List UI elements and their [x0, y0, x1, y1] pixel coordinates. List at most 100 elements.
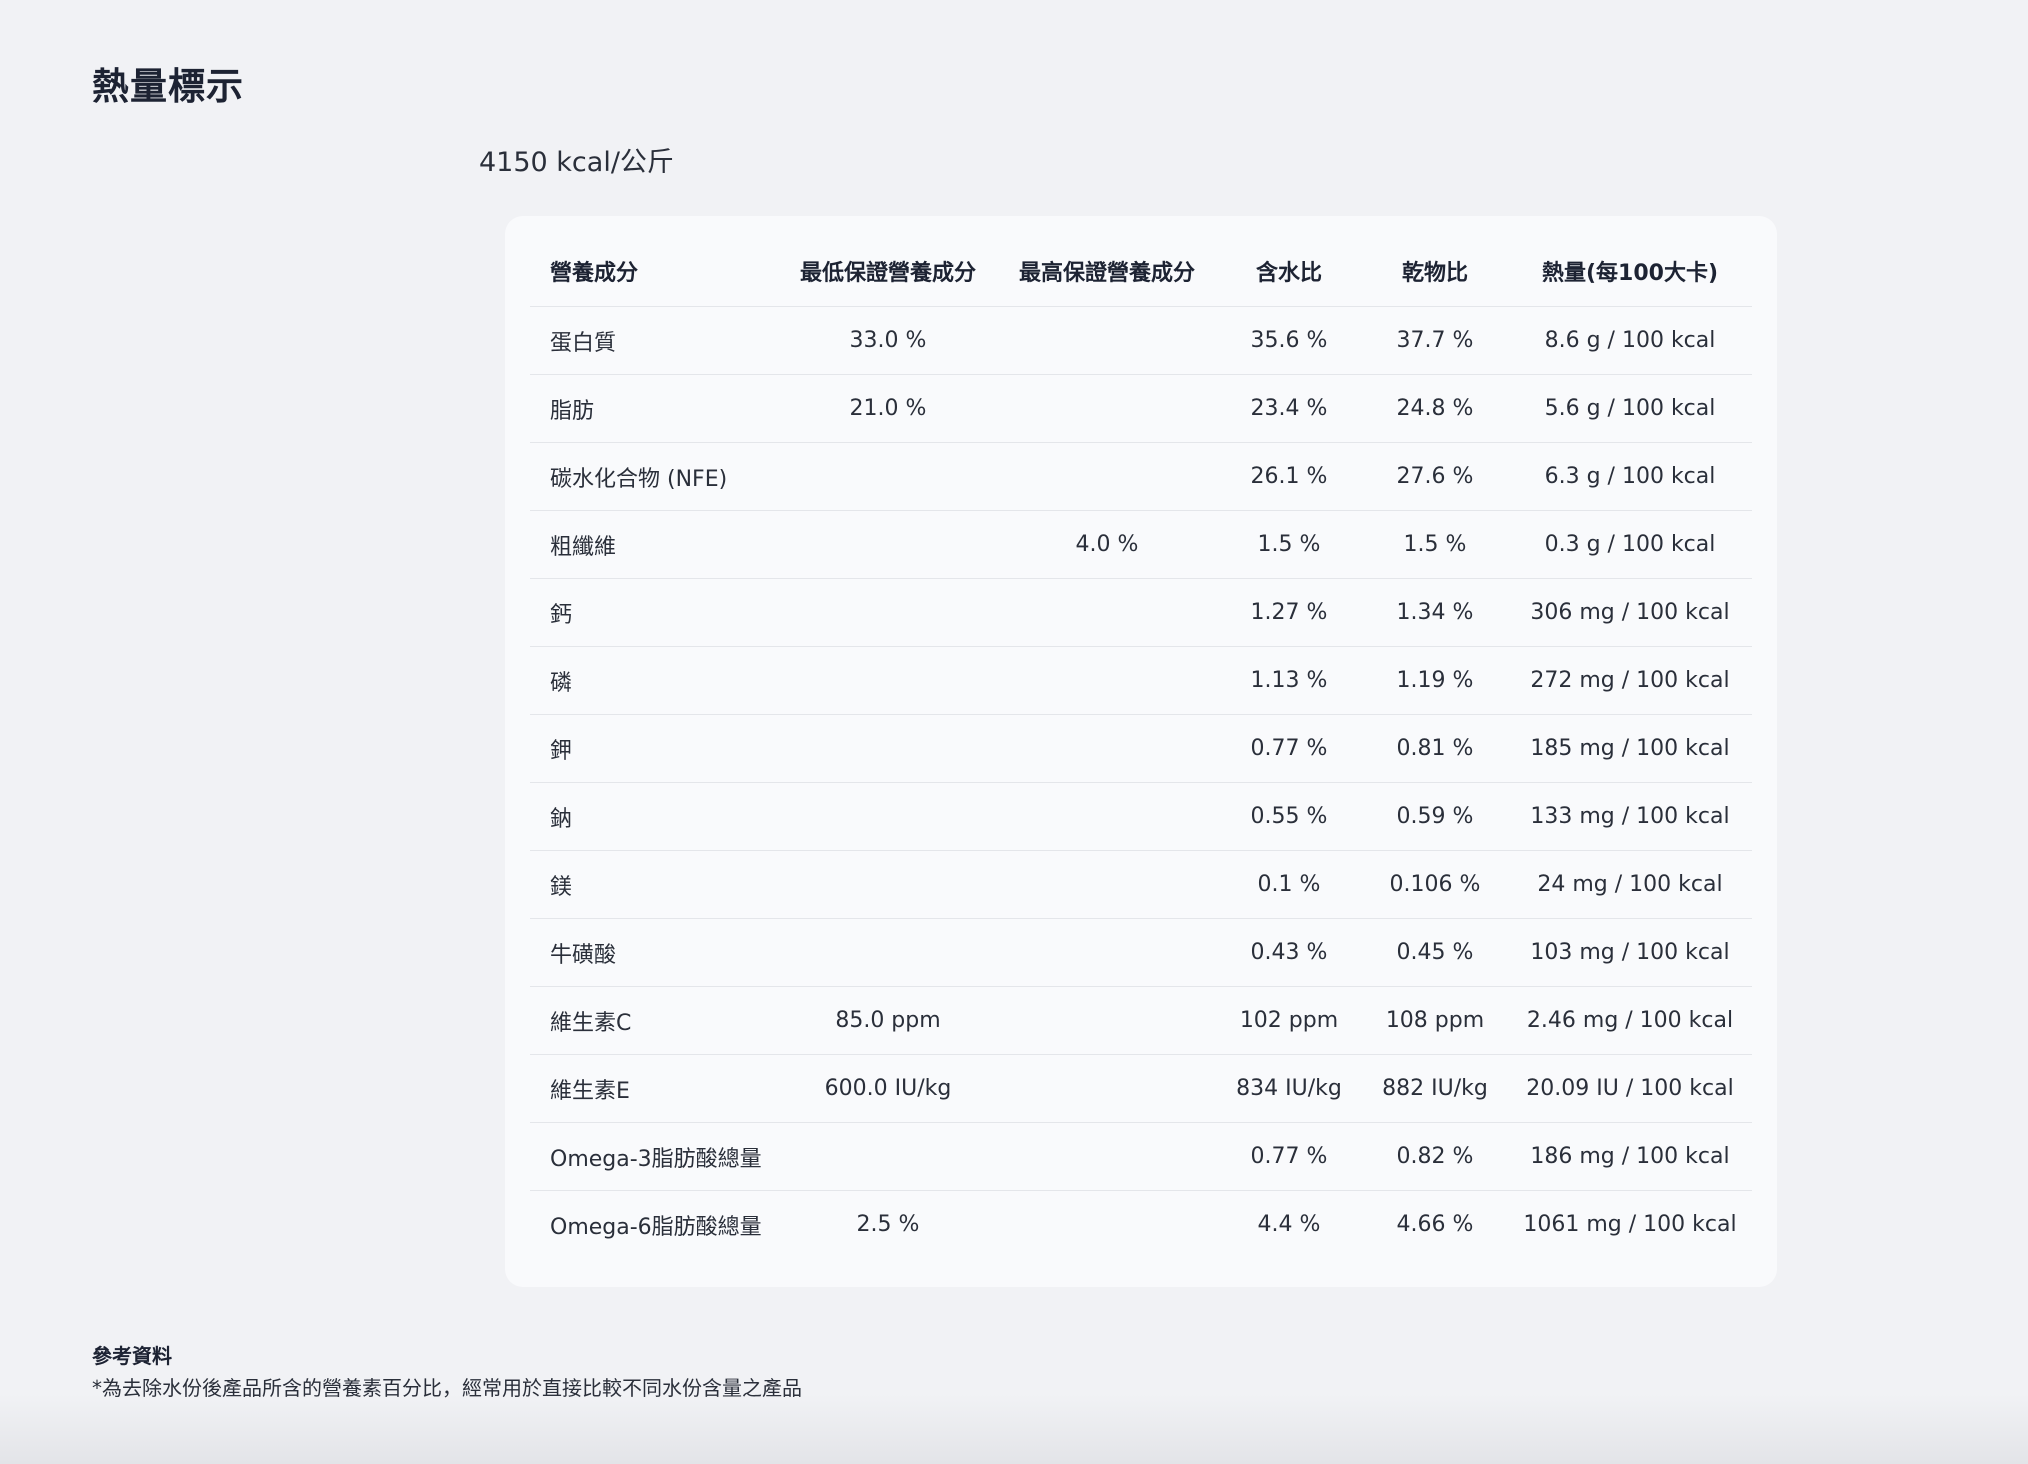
table-row: 磷 1.13 % 1.19 % 272 mg / 100 kcal [530, 646, 1752, 715]
cell-min-guarantee [778, 918, 998, 987]
table-row: 牛磺酸 0.43 % 0.45 % 103 mg / 100 kcal [530, 918, 1752, 987]
cell-per-100kcal: 185 mg / 100 kcal [1508, 714, 1752, 783]
cell-min-guarantee [778, 1122, 998, 1191]
cell-max-guarantee [998, 1122, 1216, 1191]
cell-dry-matter: 108 ppm [1362, 986, 1508, 1055]
cell-per-100kcal: 5.6 g / 100 kcal [1508, 374, 1752, 443]
header-dry-matter: 乾物比 [1362, 236, 1508, 307]
cell-as-fed: 102 ppm [1216, 986, 1362, 1055]
cell-dry-matter: 882 IU/kg [1362, 1054, 1508, 1123]
cell-per-100kcal: 186 mg / 100 kcal [1508, 1122, 1752, 1191]
cell-nutrient: 鎂 [530, 850, 778, 919]
cell-max-guarantee: 4.0 % [998, 510, 1216, 579]
cell-max-guarantee [998, 918, 1216, 987]
cell-nutrient: 碳水化合物 (NFE) [530, 442, 778, 511]
cell-as-fed: 4.4 % [1257, 1212, 1321, 1237]
table-header-row: 營養成分 最低保證營養成分 最高保證營養成分 含水比 乾物比 熱量(每100大卡… [530, 236, 1752, 307]
cell-dry-matter: 4.66 % [1396, 1212, 1474, 1237]
cell-nutrient: 維生素E [530, 1054, 778, 1123]
header-nutrient: 營養成分 [530, 236, 778, 307]
cell-as-fed: 834 IU/kg [1216, 1054, 1362, 1123]
cell-per-100kcal: 1061 mg / 100 kcal [1523, 1212, 1737, 1237]
header-min-guarantee: 最低保證營養成分 [778, 236, 998, 307]
cell-as-fed: 1.5 % [1216, 510, 1362, 579]
cell-nutrient: 鈣 [530, 578, 778, 647]
cell-as-fed: 0.43 % [1216, 918, 1362, 987]
cell-min-guarantee [778, 578, 998, 647]
cell-max-guarantee [998, 306, 1216, 375]
cell-min-guarantee [778, 442, 998, 511]
table-row: 碳水化合物 (NFE) 26.1 % 27.6 % 6.3 g / 100 kcal [530, 442, 1752, 511]
table-row: Omega-3脂肪酸總量 0.77 % 0.82 % 186 mg / 100 kca… [530, 1122, 1752, 1191]
cell-as-fed: 0.1 % [1216, 850, 1362, 919]
cell-max-guarantee [998, 578, 1216, 647]
cell-max-guarantee [998, 986, 1216, 1055]
cell-per-100kcal: 2.46 mg / 100 kcal [1508, 986, 1752, 1055]
cell-dry-matter: 1.5 % [1362, 510, 1508, 579]
bottom-fade [0, 1394, 2028, 1464]
table-row: 鈣 1.27 % 1.34 % 306 mg / 100 kcal [530, 578, 1752, 647]
cell-dry-matter: 27.6 % [1362, 442, 1508, 511]
cell-as-fed: 1.27 % [1216, 578, 1362, 647]
cell-dry-matter: 1.34 % [1362, 578, 1508, 647]
reference-title: 參考資料 [92, 1344, 172, 1368]
cell-as-fed: 26.1 % [1216, 442, 1362, 511]
table-row: 鉀 0.77 % 0.81 % 185 mg / 100 kcal [530, 714, 1752, 783]
table-row: 維生素E 600.0 IU/kg 834 IU/kg 882 IU/kg 20.09 I… [530, 1054, 1752, 1123]
cell-dry-matter: 0.81 % [1362, 714, 1508, 783]
table-row: 鎂 0.1 % 0.106 % 24 mg / 100 kcal [530, 850, 1752, 919]
table-row: 鈉 0.55 % 0.59 % 133 mg / 100 kcal [530, 782, 1752, 851]
cell-min-guarantee: 21.0 % [778, 374, 998, 443]
cell-as-fed: 35.6 % [1216, 306, 1362, 375]
header-per-100kcal: 熱量(每100大卡) [1508, 236, 1752, 307]
cell-max-guarantee [998, 646, 1216, 715]
cell-min-guarantee [778, 782, 998, 851]
cell-min-guarantee: 33.0 % [778, 306, 998, 375]
nutrition-table-card: 營養成分 最低保證營養成分 最高保證營養成分 含水比 乾物比 熱量(每100大卡… [505, 216, 1777, 1287]
cell-dry-matter: 0.82 % [1362, 1122, 1508, 1191]
cell-per-100kcal: 133 mg / 100 kcal [1508, 782, 1752, 851]
cell-per-100kcal: 6.3 g / 100 kcal [1508, 442, 1752, 511]
nutrition-table: 營養成分 最低保證營養成分 最高保證營養成分 含水比 乾物比 熱量(每100大卡… [530, 236, 1752, 1258]
cell-nutrient: 蛋白質 [530, 306, 778, 375]
cell-dry-matter: 0.106 % [1362, 850, 1508, 919]
cell-nutrient: 磷 [530, 646, 778, 715]
cell-per-100kcal: 272 mg / 100 kcal [1508, 646, 1752, 715]
cell-min-guarantee [778, 646, 998, 715]
table-row: Omega-6脂肪酸總量 2.5 % 4.4 % 4.66 % 1061 mg / 10… [530, 1191, 1752, 1259]
cell-per-100kcal: 306 mg / 100 kcal [1508, 578, 1752, 647]
cell-as-fed: 0.77 % [1216, 1122, 1362, 1191]
cell-max-guarantee [998, 374, 1216, 443]
cell-as-fed: 0.55 % [1216, 782, 1362, 851]
cell-min-guarantee: 600.0 IU/kg [778, 1054, 998, 1123]
cell-max-guarantee [998, 714, 1216, 783]
cell-as-fed: 1.13 % [1216, 646, 1362, 715]
cell-nutrient: 鈉 [530, 782, 778, 851]
cell-min-guarantee [778, 714, 998, 783]
cell-nutrient: 維生素C [530, 986, 778, 1055]
cell-dry-matter: 37.7 % [1362, 306, 1508, 375]
cell-max-guarantee [998, 442, 1216, 511]
cell-per-100kcal: 24 mg / 100 kcal [1508, 850, 1752, 919]
table-row: 維生素C 85.0 ppm 102 ppm 108 ppm 2.46 mg / 100 … [530, 986, 1752, 1055]
table-row: 蛋白質 33.0 % 35.6 % 37.7 % 8.6 g / 100 kcal [530, 306, 1752, 375]
cell-as-fed: 0.77 % [1216, 714, 1362, 783]
section-title: 熱量標示 [92, 65, 244, 108]
cell-min-guarantee [778, 850, 998, 919]
cell-nutrient: 脂肪 [530, 374, 778, 443]
cell-nutrient: 鉀 [530, 714, 778, 783]
header-max-guarantee: 最高保證營養成分 [998, 236, 1216, 307]
cell-min-guarantee: 2.5 % [856, 1212, 920, 1237]
cell-nutrient: Omega-6脂肪酸總量 [550, 1214, 762, 1240]
cell-per-100kcal: 8.6 g / 100 kcal [1508, 306, 1752, 375]
cell-max-guarantee [998, 1054, 1216, 1123]
cell-dry-matter: 0.45 % [1362, 918, 1508, 987]
cell-per-100kcal: 20.09 IU / 100 kcal [1508, 1054, 1752, 1123]
calorie-value: 4150 kcal/公斤 [479, 147, 674, 178]
header-as-fed: 含水比 [1216, 236, 1362, 307]
cell-dry-matter: 24.8 % [1362, 374, 1508, 443]
table-body: 蛋白質 33.0 % 35.6 % 37.7 % 8.6 g / 100 kcal 脂肪 2… [530, 306, 1752, 1259]
cell-per-100kcal: 103 mg / 100 kcal [1508, 918, 1752, 987]
cell-per-100kcal: 0.3 g / 100 kcal [1508, 510, 1752, 579]
table-row: 脂肪 21.0 % 23.4 % 24.8 % 5.6 g / 100 kcal [530, 374, 1752, 443]
